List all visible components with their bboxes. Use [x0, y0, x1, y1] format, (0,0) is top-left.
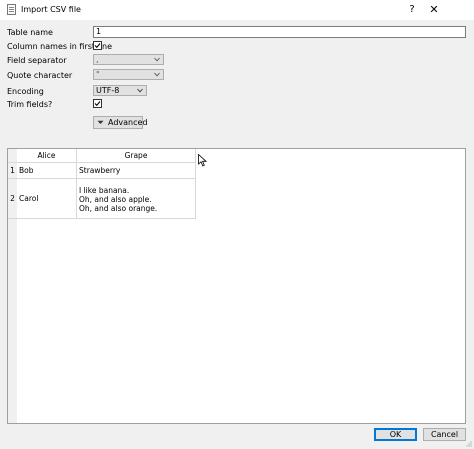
checkmark-icon — [94, 101, 101, 107]
column-header[interactable]: Grape — [77, 149, 196, 163]
advanced-button[interactable]: Advanced — [93, 116, 148, 129]
cell-line: Oh, and also apple. — [79, 195, 152, 204]
encoding-label: Encoding — [7, 87, 44, 96]
trim-fields-checkbox[interactable] — [93, 99, 102, 108]
preview-table[interactable]: Alice Grape 1 Bob Strawberry 2 Carol I l… — [7, 148, 466, 424]
quote-character-combo[interactable]: " — [93, 69, 164, 80]
chevron-down-icon — [97, 120, 104, 124]
encoding-value: UTF-8 — [96, 86, 120, 95]
column-header[interactable]: Alice — [17, 149, 77, 163]
window-title: Import CSV file — [21, 5, 81, 14]
corner-cell[interactable] — [8, 149, 17, 163]
trim-fields-label: Trim fields? — [7, 100, 53, 109]
table-cell[interactable]: Bob — [17, 163, 77, 179]
table-name-label: Table name — [7, 28, 53, 37]
row-header[interactable]: 1 — [8, 163, 17, 179]
table-cell[interactable]: I like banana. Oh, and also apple. Oh, a… — [77, 179, 196, 219]
chevron-down-icon — [154, 57, 160, 62]
table-cell[interactable]: Carol — [17, 179, 77, 219]
resize-grip-icon[interactable] — [466, 441, 472, 447]
close-button[interactable]: ✕ — [426, 2, 442, 18]
app-icon — [7, 4, 16, 15]
cancel-button[interactable]: Cancel — [423, 428, 466, 441]
row-header[interactable]: 2 — [8, 179, 17, 219]
mouse-cursor-icon — [198, 154, 207, 167]
quote-character-value: " — [96, 70, 100, 79]
advanced-label: Advanced — [108, 118, 148, 127]
table-name-input[interactable]: 1 — [93, 26, 466, 38]
checkmark-icon — [94, 43, 101, 49]
ok-button[interactable]: OK — [374, 428, 417, 441]
cell-line: Oh, and also orange. — [79, 204, 158, 213]
field-separator-value: , — [96, 55, 99, 64]
chevron-down-icon — [154, 72, 160, 77]
field-separator-combo[interactable]: , — [93, 54, 164, 65]
field-separator-label: Field separator — [7, 56, 67, 65]
table-cell[interactable]: Strawberry — [77, 163, 196, 179]
help-button[interactable]: ? — [405, 2, 419, 18]
title-bar: Import CSV file ? ✕ — [0, 0, 474, 20]
chevron-down-icon — [137, 88, 143, 93]
cell-line: I like banana. — [79, 186, 130, 195]
column-names-checkbox[interactable] — [93, 41, 102, 50]
encoding-combo[interactable]: UTF-8 — [93, 85, 147, 96]
quote-character-label: Quote character — [7, 71, 73, 80]
